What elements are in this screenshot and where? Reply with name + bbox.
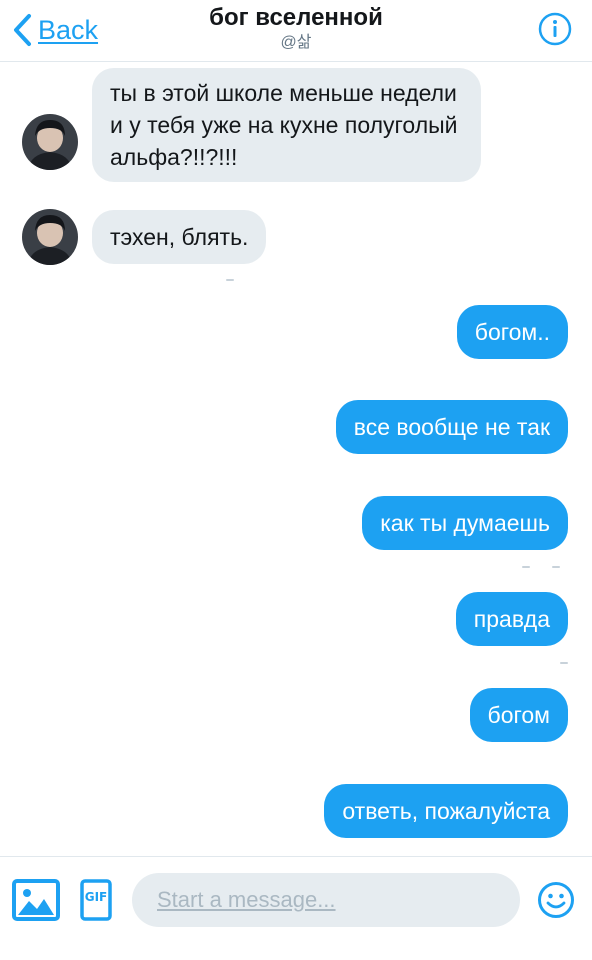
conversation-header: Back бог вселенной @삶 [0,0,592,62]
emoji-icon[interactable] [537,881,575,919]
divider-mark [522,566,530,568]
message-bubble[interactable]: ты в этой школе меньше недели и у тебя у… [92,68,481,182]
avatar-image [22,209,78,265]
gif-button[interactable]: GIF [80,879,112,921]
message-composer: GIF Start a message... [0,856,592,960]
info-icon[interactable] [538,12,572,46]
conversation-title-block: бог вселенной @삶 [150,4,442,54]
message-bubble-outgoing[interactable]: все вообще не так [335,400,568,454]
message-bubble-outgoing[interactable]: богом [469,688,568,742]
message-bubble-outgoing[interactable]: богом.. [456,305,568,359]
chevron-left-icon [14,14,31,46]
back-label: Back [38,14,99,45]
avatar-image [22,114,78,170]
avatar[interactable] [22,209,78,265]
message-bubble[interactable]: тэхен, блять. [92,210,267,264]
message-bubble-outgoing[interactable]: как ты думаешь [362,496,568,550]
divider-mark [552,566,560,568]
conversation-title: бог вселенной [209,4,383,31]
image-icon[interactable] [12,879,60,921]
message-bubble-outgoing[interactable]: правда [455,592,568,646]
message-bubble-outgoing[interactable]: ответь, пожалуйста [324,784,568,838]
conversation-handle: @삶 [280,34,312,51]
back-button[interactable]: Back [10,10,98,50]
divider-mark [226,279,234,281]
message-input[interactable] [132,873,520,927]
divider-mark [560,662,568,664]
avatar[interactable] [22,114,78,170]
gif-label: GIF [84,890,108,904]
